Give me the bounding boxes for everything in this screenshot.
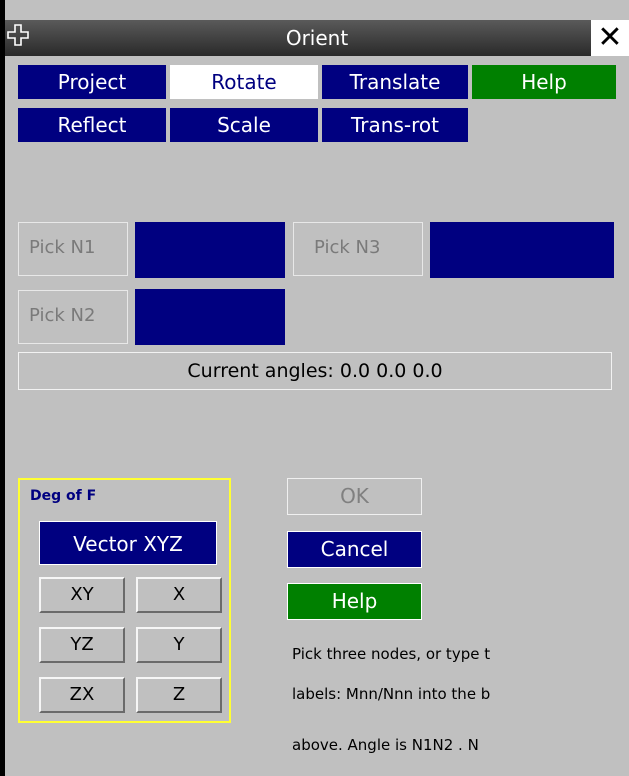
- hint-line-1: Pick three nodes, or type t: [292, 645, 491, 663]
- tab-project[interactable]: Project: [18, 65, 166, 99]
- degrees-of-freedom-panel: Deg of F Vector XYZ XY X YZ Y ZX Z: [18, 478, 231, 723]
- pick-n2-button[interactable]: Pick N2: [18, 290, 128, 344]
- tab-help[interactable]: Help: [472, 65, 616, 99]
- tab-scale[interactable]: Scale: [170, 108, 318, 142]
- hint-line-2: labels: Mnn/Nnn into the b: [292, 685, 491, 703]
- dof-x-button[interactable]: X: [136, 577, 222, 613]
- current-angles-display: Current angles: 0.0 0.0 0.0: [18, 352, 612, 390]
- dof-z-button[interactable]: Z: [136, 677, 222, 713]
- pick-n3-button[interactable]: Pick N3: [293, 222, 423, 276]
- tab-translate[interactable]: Translate: [322, 65, 468, 99]
- vector-xyz-button[interactable]: Vector XYZ: [39, 521, 217, 565]
- title-bar[interactable]: Orient ✕: [5, 20, 629, 56]
- window-title: Orient: [285, 26, 349, 50]
- dof-xy-button[interactable]: XY: [39, 577, 125, 613]
- n2-field[interactable]: [135, 289, 285, 345]
- dof-title: Deg of F: [30, 488, 97, 504]
- help-button[interactable]: Help: [287, 583, 422, 620]
- ok-button[interactable]: OK: [287, 478, 422, 515]
- tab-trans-rot[interactable]: Trans-rot: [322, 108, 468, 142]
- n3-field[interactable]: [430, 222, 614, 278]
- cancel-button[interactable]: Cancel: [287, 531, 422, 568]
- orient-window: Orient ✕ Project Rotate Translate Help R…: [0, 0, 629, 776]
- dof-yz-button[interactable]: YZ: [39, 627, 125, 663]
- hint-line-3: above. Angle is N1N2 . N: [292, 736, 479, 754]
- tab-reflect[interactable]: Reflect: [18, 108, 166, 142]
- dof-zx-button[interactable]: ZX: [39, 677, 125, 713]
- dof-y-button[interactable]: Y: [136, 627, 222, 663]
- close-icon[interactable]: ✕: [591, 20, 629, 56]
- n1-field[interactable]: [135, 222, 285, 278]
- pick-n1-button[interactable]: Pick N1: [18, 222, 128, 276]
- tab-rotate[interactable]: Rotate: [170, 65, 318, 99]
- window-left-border: [0, 0, 5, 776]
